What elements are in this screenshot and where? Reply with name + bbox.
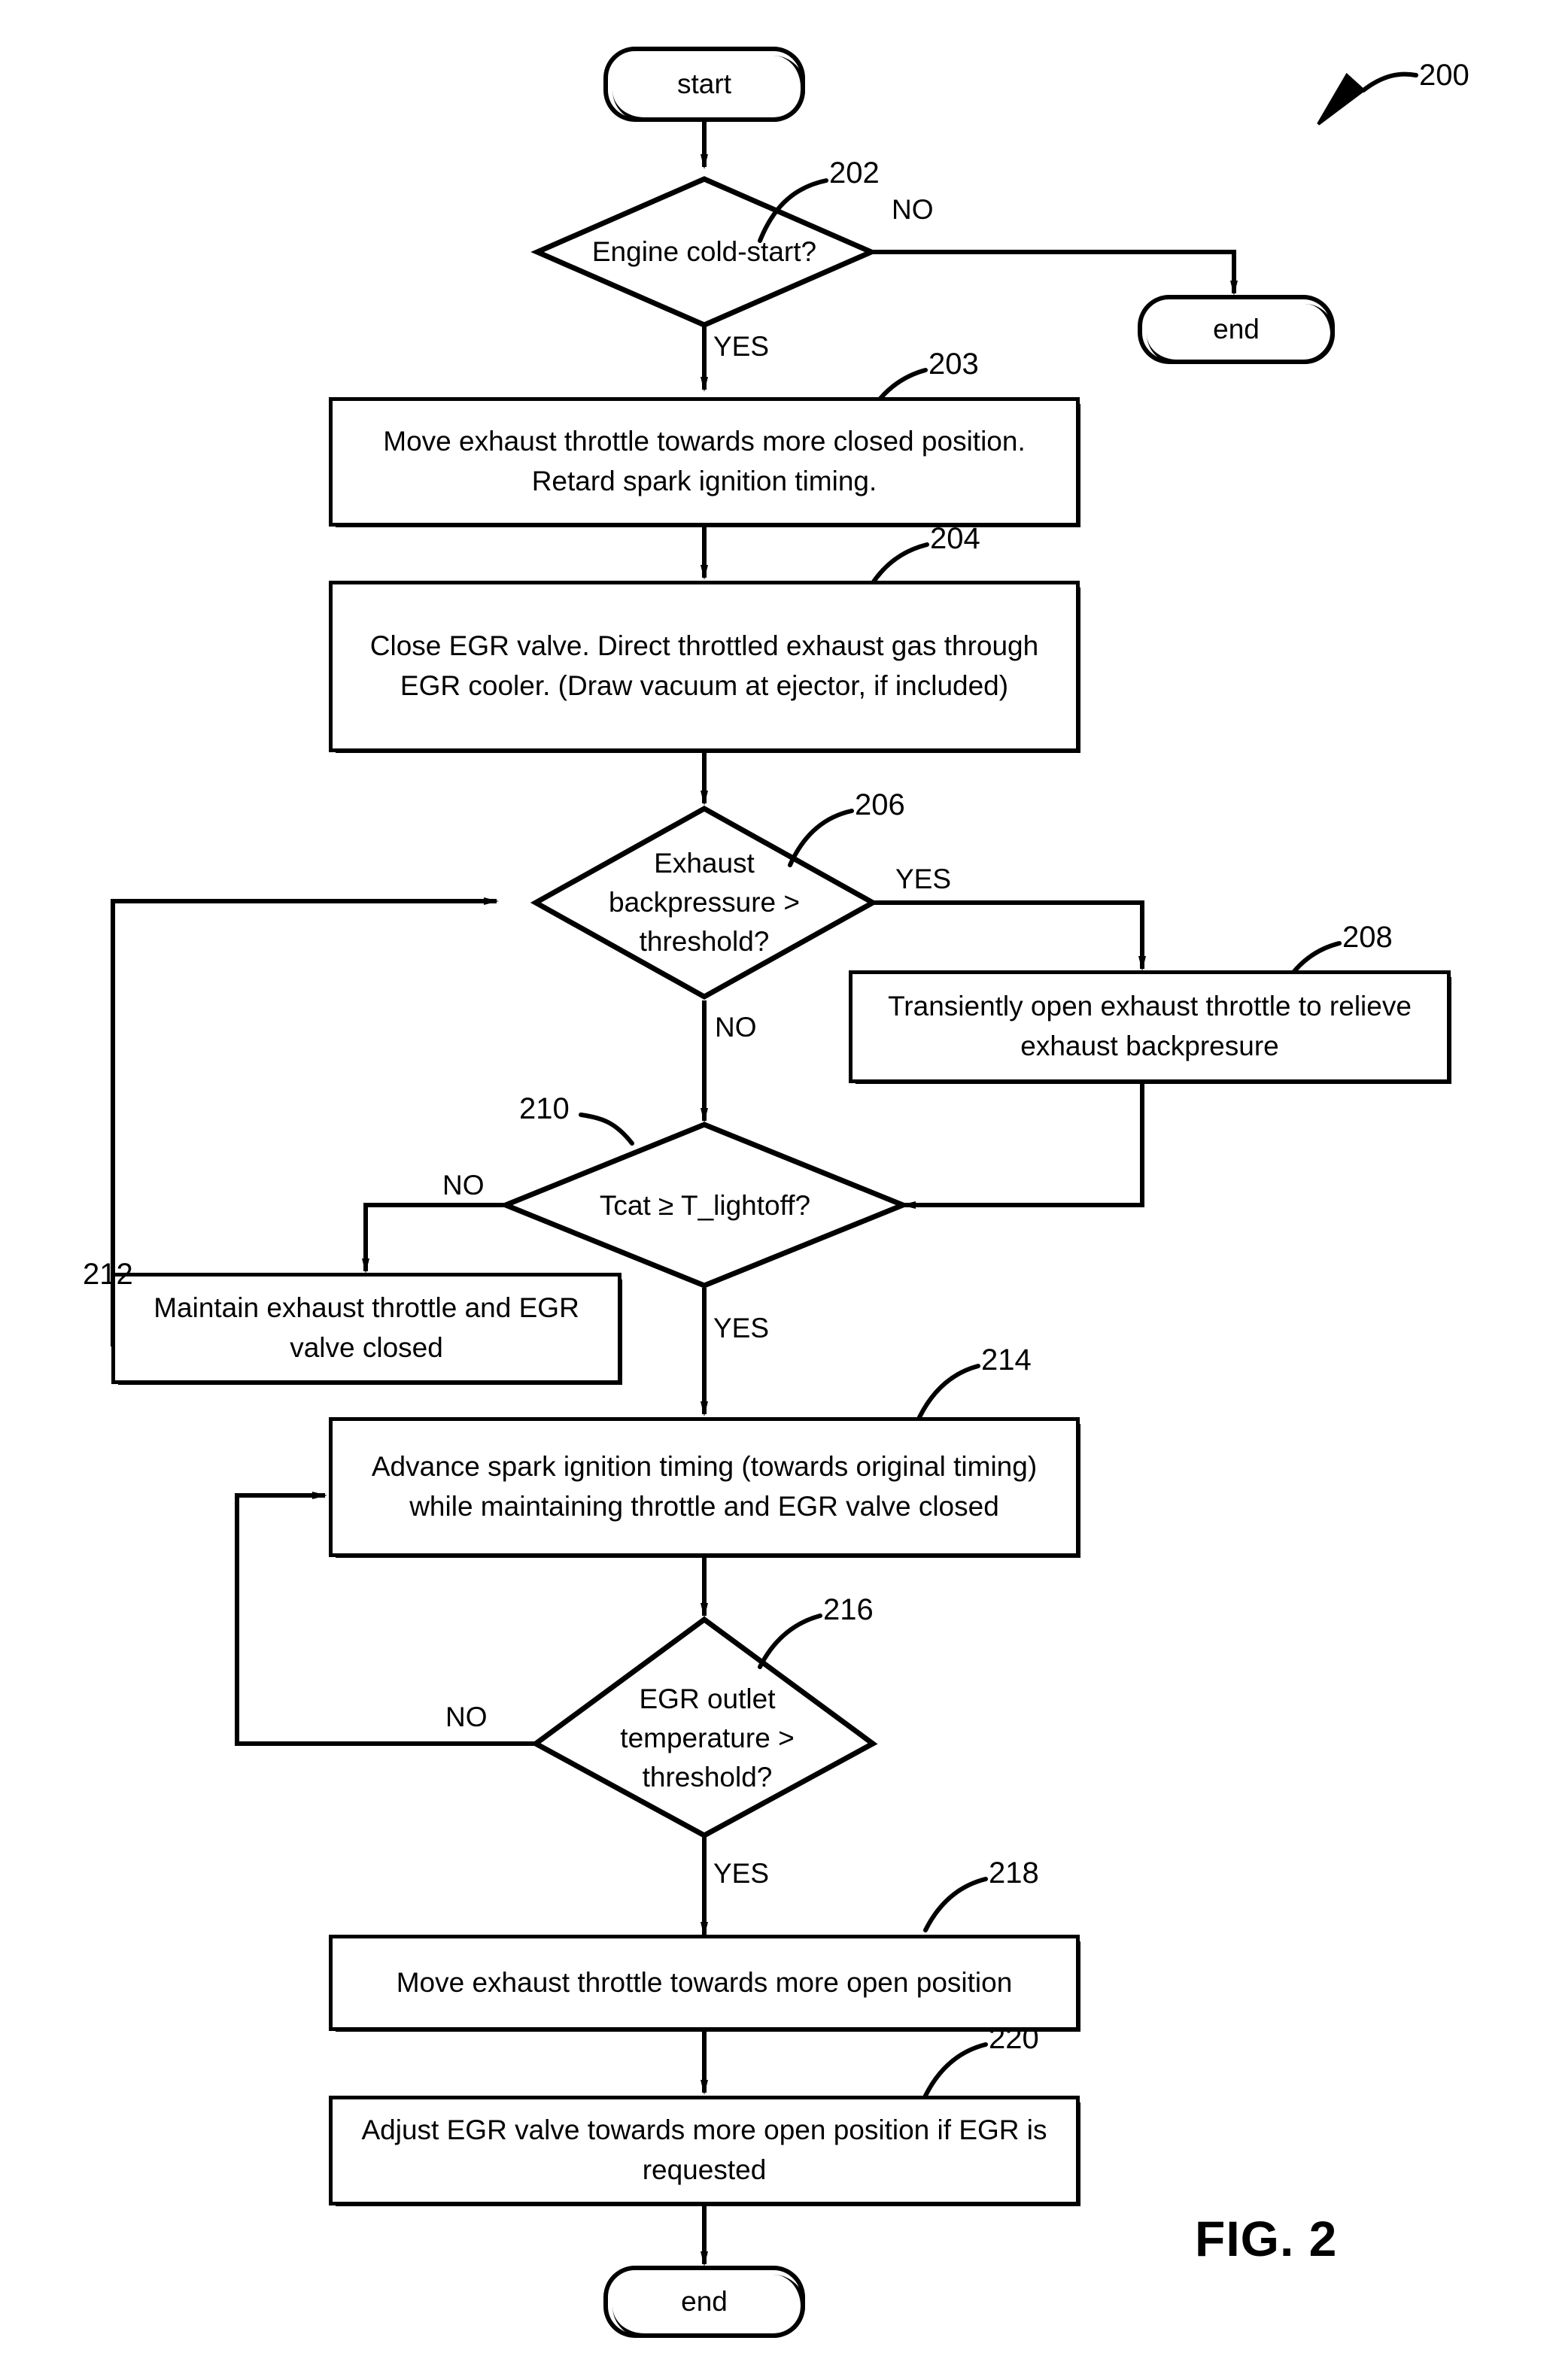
refnum-220: 220	[989, 2022, 1039, 2055]
edge-label-210-no: NO	[442, 1170, 485, 1201]
leader-200	[1361, 71, 1418, 93]
leader-214	[917, 1364, 980, 1419]
process-218: Move exhaust throttle towards more open …	[329, 1935, 1080, 2032]
edge-label-216-no: NO	[445, 1702, 488, 1732]
edge-label-202-yes: YES	[713, 331, 770, 362]
leader-210	[579, 1113, 634, 1146]
refnum-206: 206	[855, 788, 905, 821]
decision-shape-210	[498, 1122, 910, 1289]
edge-label-210-yes: YES	[713, 1313, 770, 1343]
leader-218	[923, 1877, 988, 1932]
edge-208-to-210	[901, 1083, 1144, 1209]
edge-202-no-to-end	[871, 250, 1238, 296]
process-208-label: Transiently open exhaust throttle to rel…	[888, 991, 1412, 1061]
edge-label-216-yes: YES	[713, 1858, 770, 1889]
process-218-label: Move exhaust throttle towards more open …	[396, 1966, 1013, 1998]
leader-220	[923, 2042, 988, 2098]
refnum-210: 210	[519, 1092, 570, 1125]
process-212: Maintain exhaust throttle and EGR valve …	[111, 1273, 622, 1385]
refnum-208: 208	[1342, 921, 1393, 954]
terminator-end-top: end	[1138, 295, 1335, 364]
refnum-218: 218	[989, 1856, 1039, 1890]
refnum-216: 216	[823, 1593, 874, 1626]
terminator-end-top-label: end	[1213, 313, 1260, 345]
figure-label: FIG. 2	[1195, 2211, 1338, 2266]
process-203: Move exhaust throttle towards more close…	[329, 397, 1080, 527]
terminator-start-label: start	[677, 68, 731, 99]
refnum-200: 200	[1419, 59, 1469, 92]
edge-label-202-no: NO	[892, 194, 934, 225]
leader-200-arrowhead	[1317, 72, 1366, 126]
decision-shape-202	[530, 176, 878, 328]
refnum-203: 203	[928, 348, 979, 381]
refnum-202: 202	[829, 156, 880, 190]
terminator-end-bottom-label: end	[681, 2285, 728, 2317]
decision-shape-206	[530, 805, 879, 1000]
edge-label-206-no: NO	[715, 1012, 757, 1043]
process-212-label: Maintain exhaust throttle and EGR valve …	[153, 1292, 579, 1363]
refnum-214: 214	[981, 1343, 1032, 1377]
terminator-start: start	[603, 47, 805, 122]
process-208: Transiently open exhaust throttle to rel…	[849, 970, 1451, 1084]
leader-216	[758, 1613, 822, 1669]
process-220-label: Adjust EGR valve towards more open posit…	[361, 2114, 1047, 2185]
edge-label-206-yes: YES	[895, 864, 952, 894]
terminator-end-bottom: end	[603, 2266, 805, 2338]
refnum-212: 212	[83, 1258, 133, 1291]
process-214: Advance spark ignition timing (towards o…	[329, 1417, 1080, 1558]
patent-figure-page: start Engine cold-start? end Move exhaus…	[0, 0, 1550, 2380]
edge-206-yes-to-208	[873, 900, 1146, 971]
refnum-204: 204	[930, 522, 980, 555]
process-214-label: Advance spark ignition timing (towards o…	[371, 1451, 1038, 1522]
process-220: Adjust EGR valve towards more open posit…	[329, 2096, 1080, 2206]
process-204-label: Close EGR valve. Direct throttled exhaus…	[369, 630, 1039, 701]
decision-shape-216	[530, 1616, 878, 1838]
process-203-label: Move exhaust throttle towards more close…	[383, 426, 1026, 496]
leader-206	[788, 809, 854, 867]
process-204: Close EGR valve. Direct throttled exhaus…	[329, 581, 1080, 753]
